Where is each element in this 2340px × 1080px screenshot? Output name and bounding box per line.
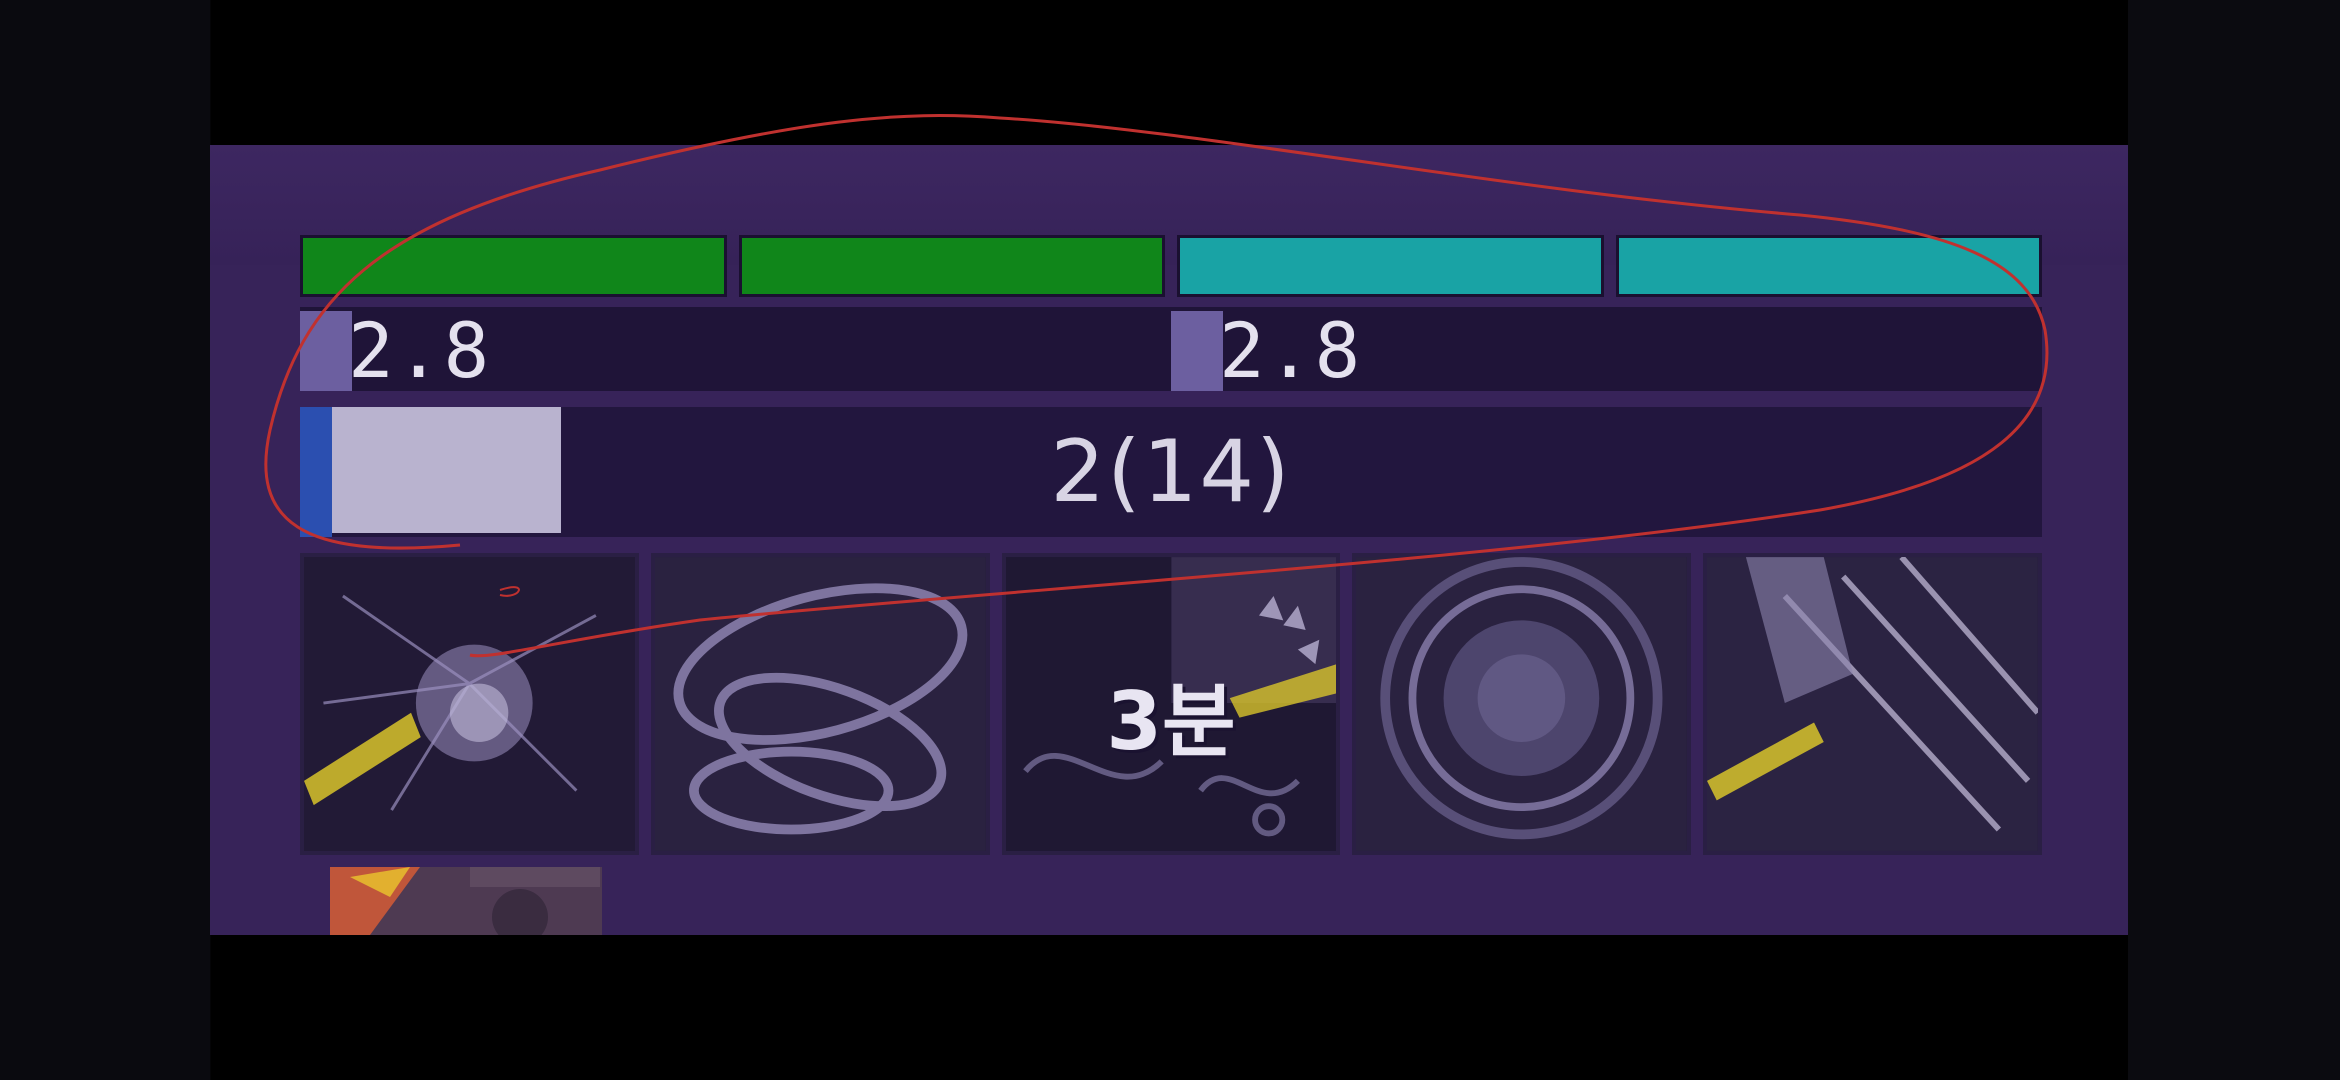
skill-status-panel: 2.8 2.8 2(14) 3분: [210, 145, 2128, 935]
right-letterbox: [2128, 0, 2340, 1080]
skill-slots: 3분: [300, 553, 2042, 855]
left-letterbox: [0, 0, 210, 1080]
gauge-segment-3: [1177, 235, 1604, 297]
game-screen: 2.8 2.8 2(14) 3분: [0, 0, 2340, 1080]
gauge-segment-1: [300, 235, 727, 297]
cooldown-fill: [1171, 311, 1224, 391]
stack-count: 2(14): [1050, 422, 1292, 522]
skill-slot-3[interactable]: 3분: [1001, 553, 1341, 855]
cooldown-value: 2.8: [348, 306, 492, 395]
skill-slot-5[interactable]: [1703, 553, 2042, 855]
skill-cooldown-label: 3분: [1106, 675, 1236, 768]
cooldown-cell-1: 2.8: [300, 306, 1171, 395]
gauge-segment-2: [738, 235, 1165, 297]
stack-bar: 2(14): [300, 407, 2042, 537]
cooldown-cell-2: 2.8: [1171, 306, 2042, 395]
cooldown-fill: [300, 311, 353, 391]
gauge-segment-4: [1615, 235, 2042, 297]
cooldown-row: 2.8 2.8: [300, 306, 2042, 395]
cooldown-value: 2.8: [1219, 306, 1363, 395]
skill-slot-1[interactable]: [300, 553, 639, 855]
skill-slot-2[interactable]: [650, 553, 990, 855]
shockwave-ring-icon: [1356, 557, 1688, 851]
slash-streak-icon: [1707, 557, 2038, 851]
spark-burst-icon: [304, 557, 635, 851]
skill-slot-4[interactable]: [1352, 553, 1692, 855]
swirl-rings-icon: [654, 557, 986, 851]
gauge-row: [300, 235, 2042, 301]
buff-icon: [330, 867, 602, 935]
